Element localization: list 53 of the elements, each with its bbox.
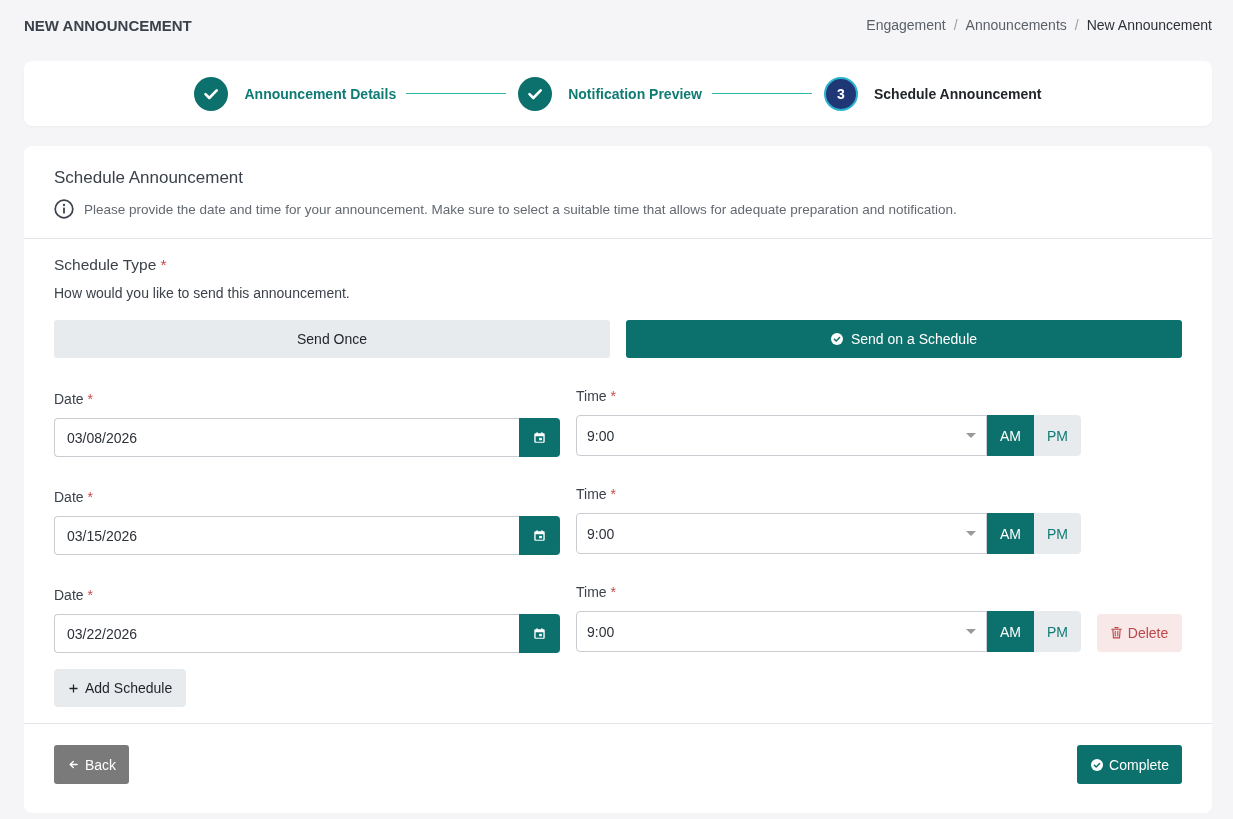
field-label: Time * (576, 387, 617, 406)
breadcrumb-link[interactable]: Announcements (965, 17, 1067, 33)
caret-icon (966, 433, 976, 438)
check-circle-icon (830, 333, 843, 345)
time-select[interactable]: 9:00 (576, 513, 987, 554)
schedule-type-option[interactable]: Send on a Schedule (626, 320, 1182, 358)
calendar-button[interactable] (519, 418, 560, 457)
add-schedule-button[interactable]: Add Schedule (54, 669, 187, 707)
complete-button[interactable]: Complete (1077, 745, 1182, 784)
period-toggle[interactable]: AM (987, 415, 1034, 456)
date-input[interactable]: 03/08/2026 (54, 418, 519, 457)
calendar-icon (534, 432, 545, 443)
page-title: NEW ANNOUNCEMENT (24, 16, 192, 34)
step-indicator: 3 (824, 76, 858, 111)
period-toggle[interactable]: AM (987, 513, 1034, 554)
breadcrumb-link[interactable]: Engagement (866, 17, 946, 33)
field-label: Date * (54, 390, 94, 409)
back-button[interactable]: Back (54, 745, 130, 784)
breadcrumb-separator: / (953, 17, 958, 33)
step-label: Schedule Announcement (874, 85, 1042, 102)
period-toggle[interactable]: PM (1034, 415, 1081, 456)
field-hint: How would you like to send this announcement. (54, 284, 351, 303)
calendar-icon (534, 530, 545, 541)
info-text: Please provide the date and time for your announcement. Make sure to select a suitable time that allows for adequate preparation and notification. (84, 201, 957, 217)
calendar-icon (534, 628, 545, 639)
period-toggle[interactable]: PM (1034, 513, 1081, 554)
time-select[interactable]: 9:00 (576, 415, 987, 456)
field-label: Time * (576, 485, 617, 504)
period-toggle[interactable]: PM (1034, 611, 1081, 652)
step-label: Announcement Details (244, 85, 397, 102)
field-label: Date * (54, 586, 94, 605)
check-circle-icon (1091, 758, 1104, 771)
plus-icon (69, 683, 78, 693)
breadcrumb-separator: / (1074, 17, 1079, 33)
time-select[interactable]: 9:00 (576, 611, 987, 652)
step-label: Notification Preview (568, 85, 702, 102)
caret-icon (966, 531, 976, 536)
arrow-left-icon (69, 760, 78, 769)
calendar-button[interactable] (519, 516, 560, 555)
field-label: Schedule Type * (54, 255, 168, 275)
date-input[interactable]: 03/15/2026 (54, 516, 519, 555)
field-label: Date * (54, 488, 94, 507)
calendar-button[interactable] (519, 614, 560, 653)
info-icon (54, 199, 74, 219)
field-label: Time * (576, 583, 617, 602)
delete-button[interactable]: Delete (1097, 614, 1182, 652)
section-title: Schedule Announcement (54, 167, 245, 189)
trash-icon (1110, 627, 1122, 639)
schedule-type-option[interactable]: Send Once (54, 320, 610, 358)
breadcrumb-current: New Announcement (1086, 17, 1212, 33)
caret-icon (966, 629, 976, 634)
period-toggle[interactable]: AM (987, 611, 1034, 652)
date-input[interactable]: 03/22/2026 (54, 614, 519, 653)
